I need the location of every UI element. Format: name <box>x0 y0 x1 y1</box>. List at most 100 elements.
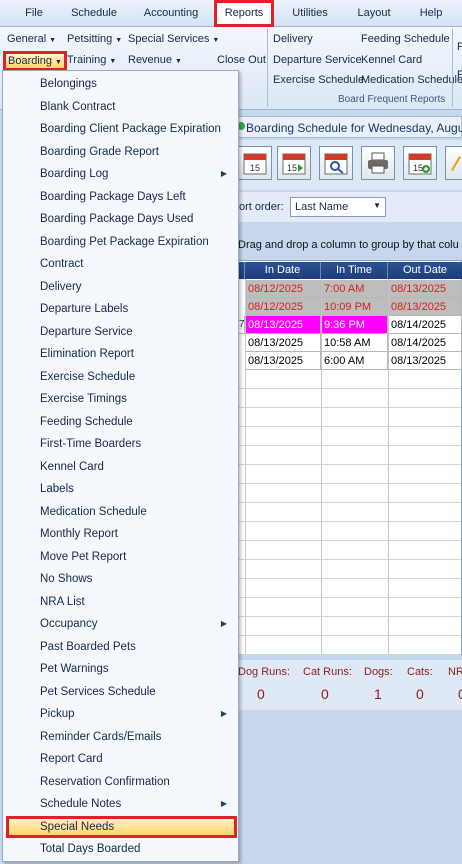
grid-cell-in-time[interactable]: 7:00 AM <box>321 280 388 298</box>
lower-panel <box>238 712 462 864</box>
grid-cell-in-date[interactable]: 08/12/2025 <box>245 298 321 316</box>
menu-item-occupancy[interactable]: Occupancy ▶ <box>6 613 237 635</box>
ribbon-petsitting[interactable]: Petsitting ▼ <box>67 33 122 45</box>
menu-reports[interactable]: Reports <box>214 0 274 27</box>
menu-item-feeding-schedule[interactable]: Feeding Schedule <box>6 411 237 433</box>
menu-item-contract[interactable]: Contract <box>6 253 237 275</box>
menu-item-boarding-grade-report[interactable]: Boarding Grade Report <box>6 141 237 163</box>
menu-item-boarding-package-days-left[interactable]: Boarding Package Days Left <box>6 186 237 208</box>
boarding-reports-menu: Belongings Blank Contract Boarding Client … <box>2 70 239 862</box>
menu-item-label: Delivery <box>40 280 82 293</box>
menu-item-reservation-confirmation[interactable]: Reservation Confirmation <box>6 771 237 793</box>
menu-item-label: Boarding Package Days Left <box>40 190 186 203</box>
pencil-icon[interactable] <box>445 146 462 180</box>
column-header-in-date[interactable]: In Date <box>245 262 321 279</box>
sort-order-select[interactable]: Last Name ▼ <box>290 197 386 217</box>
menu-item-label: Medication Schedule <box>40 505 147 518</box>
ribbon-overflow-item[interactable]: F <box>457 69 462 81</box>
grid-line <box>239 597 461 598</box>
menu-item-departure-service[interactable]: Departure Service <box>6 321 237 343</box>
menu-item-medication-schedule[interactable]: Medication Schedule <box>6 501 237 523</box>
menu-item-monthly-report[interactable]: Monthly Report <box>6 523 237 545</box>
calendar-next-icon[interactable]: 15 <box>277 146 311 180</box>
menu-item-past-boarded-pets[interactable]: Past Boarded Pets <box>6 636 237 658</box>
ribbon-medication-schedule[interactable]: Medication Schedule <box>361 74 462 86</box>
menu-item-label: Boarding Pet Package Expiration <box>40 235 209 248</box>
menu-item-blank-contract[interactable]: Blank Contract <box>6 96 237 118</box>
grid-cell-out-date[interactable]: 08/14/2025 <box>388 334 462 352</box>
ribbon-training[interactable]: Training ▼ <box>67 54 116 66</box>
ribbon-revenue[interactable]: Revenue ▼ <box>128 54 182 66</box>
grid-line <box>239 521 461 522</box>
menu-file[interactable]: File <box>18 0 50 27</box>
menu-item-exercise-timings[interactable]: Exercise Timings <box>6 388 237 410</box>
ribbon-special-services[interactable]: Special Services ▼ <box>128 33 219 45</box>
grid-cell-out-date[interactable]: 08/13/2025 <box>388 298 462 316</box>
grid-cell-in-date[interactable]: 08/13/2025 <box>245 316 321 334</box>
grid-cell-in-time[interactable]: 10:58 AM <box>321 334 388 352</box>
menu-item-pickup[interactable]: Pickup ▶ <box>6 703 237 725</box>
ribbon-delivery[interactable]: Delivery <box>273 33 313 45</box>
ribbon-exercise-schedule[interactable]: Exercise Schedule <box>273 74 364 86</box>
menu-item-nra-list[interactable]: NRA List <box>6 591 237 613</box>
menu-item-labels[interactable]: Labels <box>6 478 237 500</box>
menu-item-boarding-client-package-expiration[interactable]: Boarding Client Package Expiration <box>6 118 237 140</box>
menu-item-label: Total Days Boarded <box>40 843 141 855</box>
menu-item-pet-warnings[interactable]: Pet Warnings <box>6 658 237 680</box>
column-header-out-date[interactable]: Out Date <box>388 262 462 279</box>
ribbon-feeding-schedule[interactable]: Feeding Schedule <box>361 33 450 45</box>
menu-item-delivery[interactable]: Delivery <box>6 276 237 298</box>
menu-item-report-card[interactable]: Report Card <box>6 748 237 770</box>
menu-schedule[interactable]: Schedule <box>66 0 122 27</box>
menu-item-boarding-package-days-used[interactable]: Boarding Package Days Used <box>6 208 237 230</box>
menu-item-label: Boarding Grade Report <box>40 145 159 158</box>
column-header-in-time[interactable]: In Time <box>321 262 388 279</box>
grid-cell-out-date[interactable]: 08/13/2025 <box>388 352 462 370</box>
menu-item-label: Reservation Confirmation <box>40 775 170 788</box>
calendar-day-icon[interactable]: 15 <box>238 146 272 180</box>
menu-item-boarding-log[interactable]: Boarding Log ▶ <box>6 163 237 185</box>
ribbon-overflow-item[interactable]: F <box>457 41 462 53</box>
menu-item-schedule-notes[interactable]: Schedule Notes ▶ <box>6 793 237 815</box>
grid-cell-in-date[interactable]: 08/13/2025 <box>245 334 321 352</box>
stat-dogs-value: 1 <box>374 686 382 702</box>
menu-item-pet-services-schedule[interactable]: Pet Services Schedule <box>6 681 237 703</box>
calendar-search-icon[interactable] <box>319 146 353 180</box>
menu-item-kennel-card[interactable]: Kennel Card <box>6 456 237 478</box>
grid-cell-in-date[interactable]: 08/13/2025 <box>245 352 321 370</box>
menu-item-belongings[interactable]: Belongings <box>6 73 237 95</box>
menu-item-exercise-schedule[interactable]: Exercise Schedule <box>6 366 237 388</box>
menu-item-total-days-boarded[interactable]: Total Days Boarded <box>6 838 237 860</box>
menu-item-reminder-cards-emails[interactable]: Reminder Cards/Emails <box>6 726 237 748</box>
ribbon-departure-service[interactable]: Departure Service <box>273 54 362 66</box>
grid-cell-in-time[interactable]: 6:00 AM <box>321 352 388 370</box>
schedule-title: Boarding Schedule for Wednesday, August <box>246 121 462 135</box>
ribbon-boarding[interactable]: Boarding ▼ <box>3 51 67 71</box>
menu-item-special-needs[interactable]: Special Needs <box>6 815 237 838</box>
grid-cell-out-date[interactable]: 08/14/2025 <box>388 316 462 334</box>
printer-icon[interactable] <box>361 146 395 180</box>
menu-item-elimination-report[interactable]: Elimination Report <box>6 343 237 365</box>
menu-layout[interactable]: Layout <box>352 0 396 27</box>
grid-cell-out-date[interactable]: 08/13/2025 <box>388 280 462 298</box>
ribbon-general[interactable]: General ▼ <box>7 33 56 45</box>
calendar-add-icon[interactable]: 15 <box>403 146 437 180</box>
grid-cell-in-time[interactable]: 9:36 PM <box>321 316 388 334</box>
grid-line <box>239 407 461 408</box>
menu-item-departure-labels[interactable]: Departure Labels <box>6 298 237 320</box>
ribbon-close-out[interactable]: Close Out <box>217 54 266 66</box>
menu-item-move-pet-report[interactable]: Move Pet Report <box>6 546 237 568</box>
chevron-down-icon: ▼ <box>175 58 182 65</box>
grid-cell-in-date[interactable]: 08/12/2025 <box>245 280 321 298</box>
menu-item-no-shows[interactable]: No Shows <box>6 568 237 590</box>
menu-accounting[interactable]: Accounting <box>140 0 202 27</box>
menu-item-label: Blank Contract <box>40 100 116 113</box>
menu-utilities[interactable]: Utilities <box>286 0 334 27</box>
menu-help[interactable]: Help <box>414 0 448 27</box>
menu-item-boarding-pet-package-expiration[interactable]: Boarding Pet Package Expiration <box>6 231 237 253</box>
group-by-hint: Drag and drop a column to group by that … <box>238 236 462 256</box>
ribbon-kennel-card[interactable]: Kennel Card <box>361 54 422 66</box>
menu-item-first-time-boarders[interactable]: First-Time Boarders <box>6 433 237 455</box>
menu-item-label: Departure Service <box>40 325 133 338</box>
grid-cell-in-time[interactable]: 10:09 PM <box>321 298 388 316</box>
